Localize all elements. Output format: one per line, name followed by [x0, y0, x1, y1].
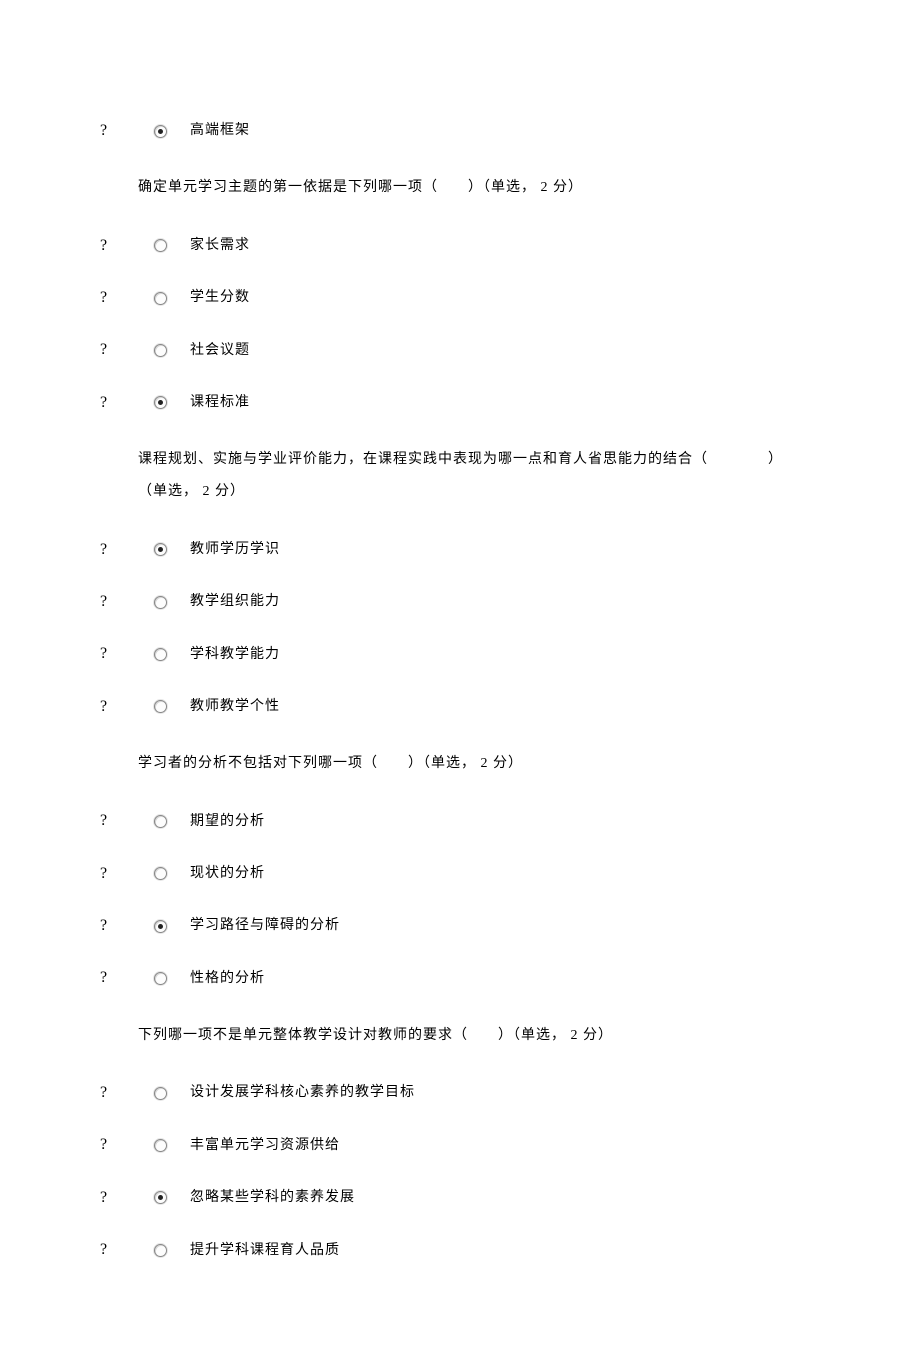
- bullet-marker: ?: [100, 810, 130, 832]
- option-label: 高端框架: [190, 121, 250, 141]
- option-label: 忽略某些学科的素养发展: [190, 1188, 355, 1208]
- option-row: ? 提升学科课程育人品质: [100, 1239, 820, 1261]
- quiz-page: ? 高端框架确定单元学习主题的第一依据是下列哪一项（ ）（单选， 2 分）? 家长需…: [100, 120, 820, 1262]
- option-label: 现状的分析: [190, 864, 265, 884]
- option-label: 学生分数: [190, 288, 250, 308]
- radio-selected-icon[interactable]: [154, 543, 167, 556]
- option-row: ? 教师学历学识: [100, 539, 820, 561]
- radio-icon[interactable]: [154, 1139, 167, 1152]
- option-row: ? 课程标准: [100, 392, 820, 414]
- option-label: 学习路径与障碍的分析: [190, 916, 340, 936]
- option-row: ? 期望的分析: [100, 810, 820, 832]
- radio-selected-icon[interactable]: [154, 1191, 167, 1204]
- bullet-marker: ?: [100, 539, 130, 561]
- option-label: 教师学历学识: [190, 540, 280, 560]
- radio-container: [130, 1139, 190, 1152]
- bullet-marker: ?: [100, 1134, 130, 1156]
- bullet-marker: ?: [100, 287, 130, 309]
- option-row: ? 社会议题: [100, 339, 820, 361]
- option-row: ? 教学组织能力: [100, 591, 820, 613]
- option-label: 丰富单元学习资源供给: [190, 1136, 340, 1156]
- radio-icon[interactable]: [154, 596, 167, 609]
- question-text: 下列哪一项不是单元整体教学设计对教师的要求（ ）（单选， 2 分）: [138, 1020, 820, 1052]
- radio-container: [130, 239, 190, 252]
- radio-container: [130, 1087, 190, 1100]
- radio-container: [130, 596, 190, 609]
- radio-icon[interactable]: [154, 344, 167, 357]
- radio-container: [130, 396, 190, 409]
- option-row: ? 学科教学能力: [100, 643, 820, 665]
- bullet-marker: ?: [100, 339, 130, 361]
- option-label: 教学组织能力: [190, 592, 280, 612]
- option-label: 性格的分析: [190, 969, 265, 989]
- bullet-marker: ?: [100, 967, 130, 989]
- radio-selected-icon[interactable]: [154, 920, 167, 933]
- bullet-marker: ?: [100, 1082, 130, 1104]
- option-row: ? 家长需求: [100, 235, 820, 257]
- radio-container: [130, 700, 190, 713]
- question-text: 确定单元学习主题的第一依据是下列哪一项（ ）（单选， 2 分）: [138, 172, 820, 204]
- bullet-marker: ?: [100, 591, 130, 613]
- option-label: 家长需求: [190, 236, 250, 256]
- radio-container: [130, 815, 190, 828]
- option-label: 社会议题: [190, 341, 250, 361]
- bullet-marker: ?: [100, 392, 130, 414]
- bullet-marker: ?: [100, 915, 130, 937]
- radio-container: [130, 972, 190, 985]
- option-row: ? 高端框架: [100, 120, 820, 142]
- radio-icon[interactable]: [154, 1087, 167, 1100]
- option-row: ? 现状的分析: [100, 863, 820, 885]
- option-label: 教师教学个性: [190, 697, 280, 717]
- bullet-marker: ?: [100, 1239, 130, 1261]
- option-row: ? 设计发展学科核心素养的教学目标: [100, 1082, 820, 1104]
- option-label: 期望的分析: [190, 812, 265, 832]
- radio-container: [130, 344, 190, 357]
- bullet-marker: ?: [100, 120, 130, 142]
- radio-icon[interactable]: [154, 239, 167, 252]
- radio-container: [130, 1244, 190, 1257]
- radio-container: [130, 292, 190, 305]
- bullet-marker: ?: [100, 696, 130, 718]
- radio-icon[interactable]: [154, 1244, 167, 1257]
- option-row: ? 学习路径与障碍的分析: [100, 915, 820, 937]
- radio-container: [130, 125, 190, 138]
- radio-container: [130, 543, 190, 556]
- option-label: 课程标准: [190, 393, 250, 413]
- option-row: ? 性格的分析: [100, 967, 820, 989]
- bullet-marker: ?: [100, 863, 130, 885]
- bullet-marker: ?: [100, 235, 130, 257]
- option-row: ? 忽略某些学科的素养发展: [100, 1187, 820, 1209]
- radio-icon[interactable]: [154, 700, 167, 713]
- radio-selected-icon[interactable]: [154, 125, 167, 138]
- radio-container: [130, 648, 190, 661]
- radio-container: [130, 920, 190, 933]
- radio-icon[interactable]: [154, 867, 167, 880]
- radio-icon[interactable]: [154, 972, 167, 985]
- option-label: 提升学科课程育人品质: [190, 1241, 340, 1261]
- radio-icon[interactable]: [154, 815, 167, 828]
- radio-icon[interactable]: [154, 648, 167, 661]
- option-label: 学科教学能力: [190, 645, 280, 665]
- question-text: 课程规划、实施与学业评价能力，在课程实践中表现为哪一点和育人省思能力的结合（ ）…: [138, 444, 820, 508]
- radio-container: [130, 867, 190, 880]
- option-row: ? 丰富单元学习资源供给: [100, 1134, 820, 1156]
- bullet-marker: ?: [100, 643, 130, 665]
- radio-selected-icon[interactable]: [154, 396, 167, 409]
- option-row: ? 教师教学个性: [100, 696, 820, 718]
- radio-container: [130, 1191, 190, 1204]
- question-text: 学习者的分析不包括对下列哪一项（ ）（单选， 2 分）: [138, 748, 820, 780]
- option-label: 设计发展学科核心素养的教学目标: [190, 1083, 415, 1103]
- radio-icon[interactable]: [154, 292, 167, 305]
- option-row: ? 学生分数: [100, 287, 820, 309]
- bullet-marker: ?: [100, 1187, 130, 1209]
